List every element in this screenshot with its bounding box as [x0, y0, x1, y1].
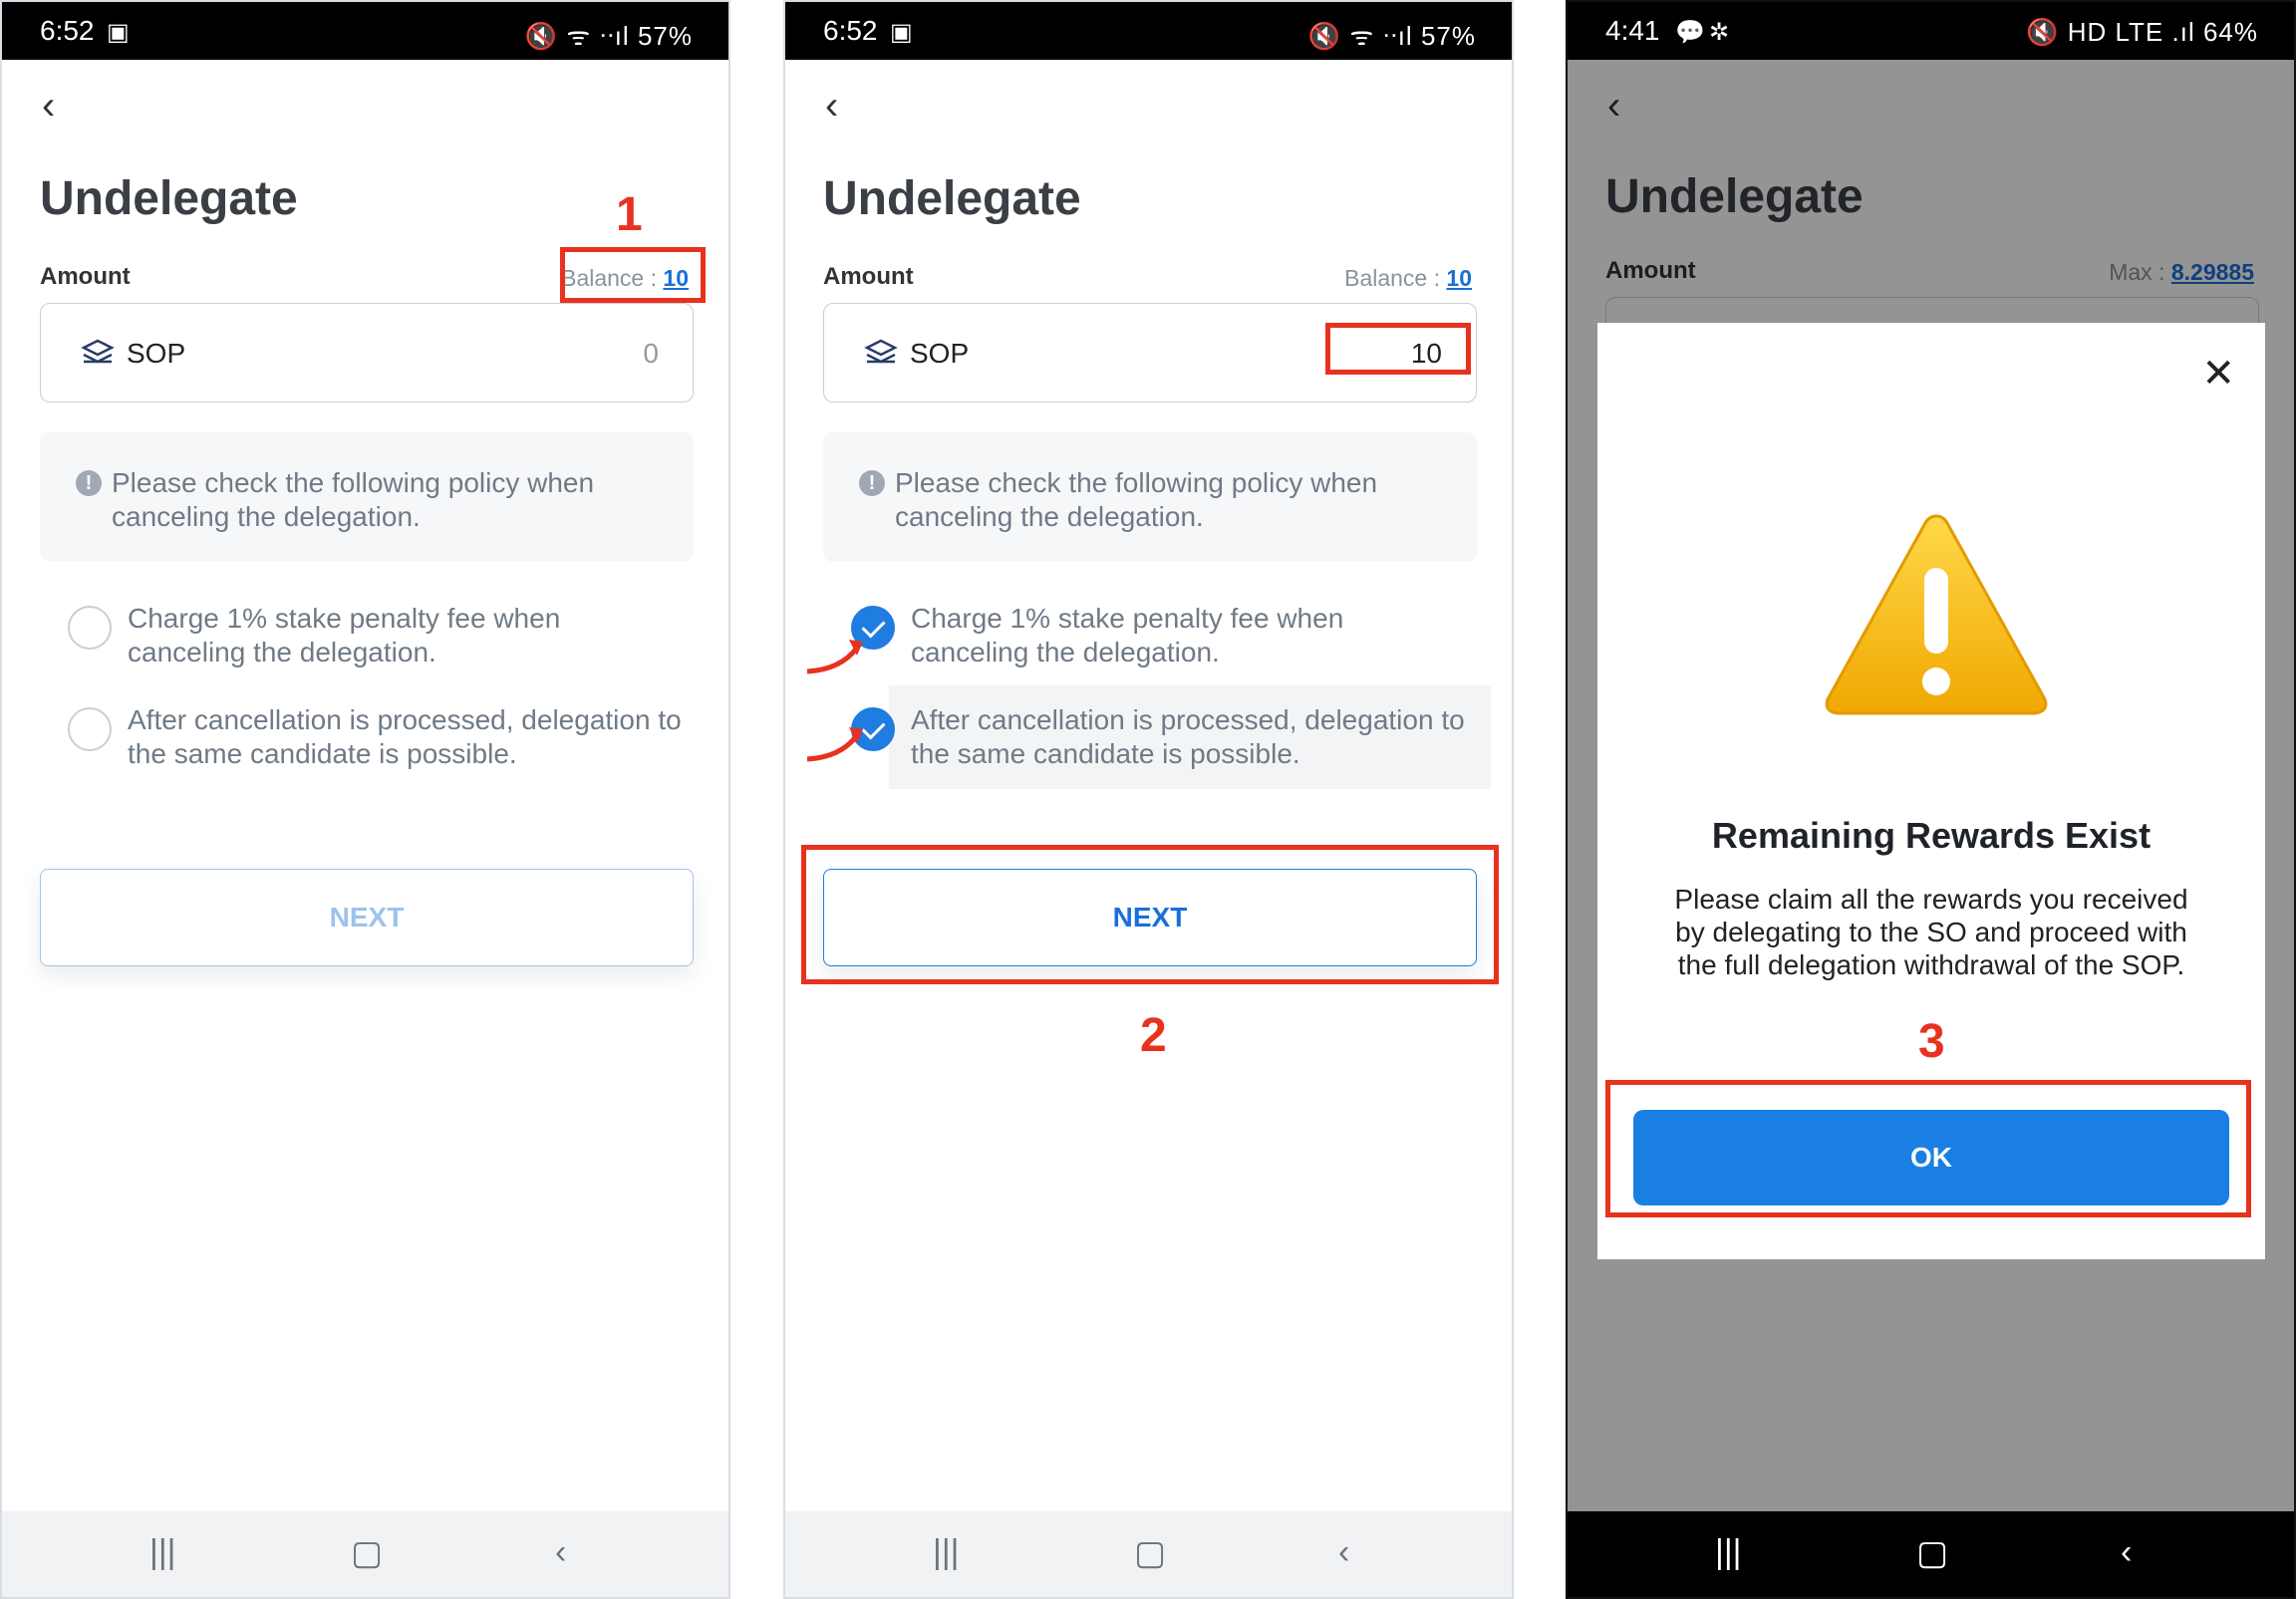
balance-link[interactable]: 10 [1446, 265, 1472, 291]
status-time: 6:52 [40, 15, 95, 46]
close-icon[interactable]: ✕ [2201, 351, 2235, 397]
annotation-box-ok [1605, 1080, 2251, 1217]
policy-checkbox-1-label: Charge 1% stake penalty fee when canceli… [128, 603, 561, 667]
annotation-box-next [801, 845, 1499, 984]
home-icon[interactable]: ▢ [1134, 1533, 1166, 1573]
battery-level: 57% [1420, 21, 1476, 51]
talk-notification-icon: 💬 [1675, 19, 1705, 46]
policy-notice: ! Please check the following policy when… [40, 432, 694, 562]
policy-checkbox-1-label: Charge 1% stake penalty fee when canceli… [911, 603, 1344, 667]
token-name: SOP [127, 338, 186, 369]
policy-checkbox-1[interactable]: Charge 1% stake penalty fee when canceli… [823, 600, 1477, 669]
status-bar: 6:52 ▣ 🔇 ᯤ ᐧᐧıl 57% [2, 2, 728, 60]
back-nav-icon[interactable]: ‹ [1338, 1533, 1349, 1572]
annotation-box-amount [1325, 323, 1471, 375]
screen-initial: 6:52 ▣ 🔇 ᯤ ᐧᐧıl 57% ‹ Undelegate Amount … [0, 0, 730, 1599]
sop-token-icon [864, 339, 898, 364]
screen-dialog: 4:41 💬 ✲ 🔇 HD LTE .ıl 64% ‹ Undelegate A… [1566, 0, 2296, 1599]
system-nav-bar: ||| ▢ ‹ [1568, 1511, 2294, 1597]
policy-checkbox-2[interactable]: After cancellation is processed, delegat… [40, 701, 694, 771]
info-icon: ! [859, 470, 885, 496]
policy-checkbox-2[interactable]: After cancellation is processed, delegat… [823, 685, 1491, 789]
warning-icon [1825, 514, 2048, 715]
sop-token-icon [81, 339, 115, 364]
status-icons: 🔇 HD LTE .ıl [2026, 17, 2195, 47]
settings-notification-icon: ✲ [1709, 19, 1730, 46]
policy-checkbox-2-label: After cancellation is processed, delegat… [911, 704, 1465, 769]
recent-apps-icon[interactable]: ||| [149, 1533, 176, 1572]
policy-checkbox-1[interactable]: Charge 1% stake penalty fee when canceli… [40, 600, 694, 669]
amount-value[interactable]: 0 [643, 338, 659, 370]
annotation-box-balance [560, 247, 706, 303]
chevron-left-icon[interactable]: ‹ [825, 86, 861, 126]
token-name: SOP [910, 338, 970, 369]
next-button[interactable]: NEXT [40, 869, 694, 966]
status-time: 4:41 [1605, 15, 1660, 46]
annotation-arrows [806, 640, 863, 762]
balance-label: Balance : [1344, 265, 1441, 291]
battery-level: 57% [637, 21, 693, 51]
dialog-message: Please claim all the rewards you receive… [1674, 884, 2188, 980]
gallery-notification-icon: ▣ [107, 19, 130, 46]
page-title: Undelegate [823, 172, 1081, 225]
amount-input[interactable]: SOP 0 [40, 303, 694, 402]
status-bar: 4:41 💬 ✲ 🔇 HD LTE .ıl 64% [1568, 2, 2294, 60]
annotation-step-1: 1 [616, 188, 643, 241]
recent-apps-icon[interactable]: ||| [933, 1533, 960, 1572]
status-time: 6:52 [823, 15, 878, 46]
annotation-step-2: 2 [1140, 1009, 1167, 1062]
amount-label: Amount [823, 263, 914, 290]
checkbox-unchecked-icon[interactable] [68, 707, 112, 751]
screen-filled: 6:52 ▣ 🔇 ᯤ ᐧᐧıl 57% ‹ Undelegate Amount … [783, 0, 1514, 1599]
gallery-notification-icon: ▣ [890, 19, 913, 46]
policy-checkbox-2-label: After cancellation is processed, delegat… [128, 704, 682, 769]
policy-text: Please check the following policy when c… [895, 467, 1378, 532]
status-indicators: 🔇 ᯤ ᐧᐧıl 57% [1308, 17, 1476, 53]
chevron-left-icon[interactable]: ‹ [42, 86, 78, 126]
policy-text: Please check the following policy when c… [112, 467, 595, 532]
policy-notice: ! Please check the following policy when… [823, 432, 1477, 562]
back-nav-icon[interactable]: ‹ [555, 1533, 566, 1572]
annotation-step-3: 3 [1918, 1015, 1945, 1068]
status-icons: 🔇 ᯤ ᐧᐧıl [524, 21, 630, 51]
balance-display: Balance : 10 [1344, 265, 1472, 292]
amount-label: Amount [40, 263, 131, 290]
status-indicators: 🔇 ᯤ ᐧᐧıl 57% [525, 17, 693, 53]
system-nav-bar: ||| ▢ ‹ [785, 1511, 1512, 1597]
page-title: Undelegate [40, 172, 298, 225]
status-indicators: 🔇 HD LTE .ıl 64% [2026, 17, 2258, 48]
info-icon: ! [76, 470, 102, 496]
recent-apps-icon[interactable]: ||| [1715, 1533, 1742, 1572]
home-icon[interactable]: ▢ [351, 1533, 383, 1573]
home-icon[interactable]: ▢ [1916, 1533, 1948, 1573]
back-nav-icon[interactable]: ‹ [2121, 1533, 2132, 1572]
status-bar: 6:52 ▣ 🔇 ᯤ ᐧᐧıl 57% [785, 2, 1512, 60]
checkbox-unchecked-icon[interactable] [68, 606, 112, 650]
dialog-title: Remaining Rewards Exist [1711, 815, 2152, 856]
status-icons: 🔇 ᯤ ᐧᐧıl [1307, 21, 1413, 51]
battery-level: 64% [2202, 17, 2258, 47]
system-nav-bar: ||| ▢ ‹ [2, 1511, 728, 1597]
